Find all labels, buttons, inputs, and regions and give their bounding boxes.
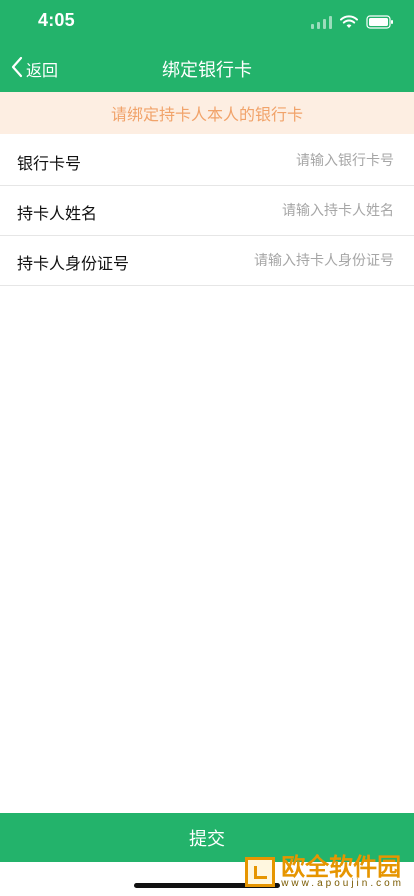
status-icons: [311, 13, 394, 31]
notice-text: 请绑定持卡人本人的银行卡: [110, 105, 303, 124]
notice-banner: 请绑定持卡人本人的银行卡: [0, 92, 414, 134]
id-number-row: 持卡人身份证号: [0, 236, 414, 286]
watermark-text: 欧全软件园 www.apoujin.com: [281, 855, 404, 889]
page-title: 绑定银行卡: [162, 60, 252, 81]
bank-card-form: 银行卡号 持卡人姓名 持卡人身份证号: [0, 136, 414, 286]
status-time: 4:05: [38, 10, 75, 30]
card-number-label: 银行卡号: [17, 154, 82, 173]
id-number-input[interactable]: [172, 246, 396, 276]
card-number-input[interactable]: [172, 146, 396, 176]
watermark-sub: www.apoujin.com: [281, 878, 404, 889]
battery-icon: [366, 15, 394, 29]
card-number-row: 银行卡号: [0, 136, 414, 186]
signal-icon: [311, 15, 332, 29]
id-number-label: 持卡人身份证号: [17, 254, 130, 273]
submit-label: 提交: [189, 828, 225, 850]
watermark-logo-icon: [245, 857, 276, 887]
cardholder-name-row: 持卡人姓名: [0, 186, 414, 236]
watermark: 欧全软件园 www.apoujin.com: [245, 850, 404, 894]
wifi-icon: [340, 15, 358, 29]
watermark-main: 欧全软件园: [281, 853, 402, 881]
cardholder-name-label: 持卡人姓名: [17, 204, 98, 223]
nav-bar: 返回 绑定银行卡: [0, 44, 414, 92]
header: 4:05 返回 绑定银行卡: [0, 0, 414, 92]
cardholder-name-input[interactable]: [172, 196, 396, 226]
